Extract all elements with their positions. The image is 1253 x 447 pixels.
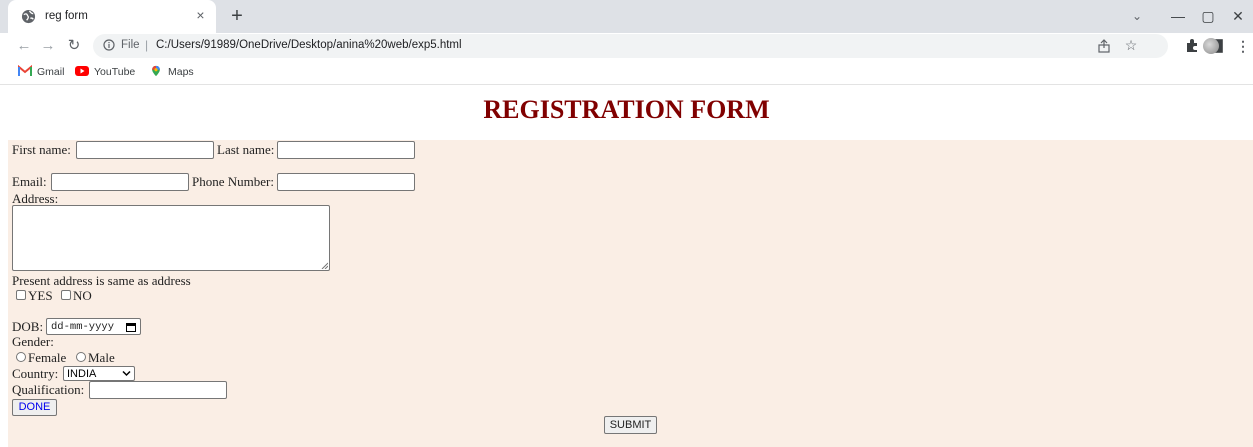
dob-placeholder: dd-mm-yyyy <box>51 321 115 333</box>
tab-search-icon[interactable]: ⌄ <box>1127 6 1147 26</box>
youtube-icon <box>75 66 89 76</box>
bookmark-label: Gmail <box>37 66 65 78</box>
first-name-input[interactable] <box>76 141 214 159</box>
dob-label: DOB: <box>12 319 44 334</box>
email-input[interactable] <box>51 173 189 191</box>
bookmark-label: Maps <box>168 66 194 78</box>
back-arrow-icon[interactable]: ← <box>14 36 34 56</box>
address-bar[interactable]: File | C:/Users/91989/OneDrive/Desktop/a… <box>93 34 1168 58</box>
country-selected: INDIA <box>67 368 97 380</box>
no-checkbox[interactable] <box>61 290 71 300</box>
phone-number-input[interactable] <box>277 173 415 191</box>
female-label: Female <box>28 350 67 365</box>
qualification-label: Qualification: <box>12 382 85 397</box>
minimize-button[interactable]: — <box>1168 6 1188 26</box>
calendar-icon[interactable] <box>126 322 136 332</box>
first-name-label: First name: <box>12 142 71 157</box>
dob-date-input[interactable]: dd-mm-yyyy <box>46 318 141 335</box>
last-name-label: Last name: <box>217 142 275 157</box>
menu-kebab-icon[interactable]: ⋮ <box>1236 37 1250 55</box>
share-icon[interactable] <box>1096 38 1112 54</box>
bookmarks-bar: Gmail YouTube Maps <box>0 59 1253 85</box>
yes-checkbox[interactable] <box>16 290 26 300</box>
url-separator: | <box>145 38 149 52</box>
profile-avatar[interactable] <box>1203 38 1219 54</box>
bookmark-star-icon[interactable]: ☆ <box>1123 37 1139 53</box>
country-select[interactable]: INDIA <box>63 366 135 381</box>
country-label: Country: <box>12 366 59 381</box>
tab-title: reg form <box>45 10 88 22</box>
gmail-icon <box>18 65 32 76</box>
bookmark-label: YouTube <box>94 66 136 78</box>
male-label: Male <box>88 350 115 365</box>
gender-label: Gender: <box>12 334 54 349</box>
tab-strip: reg form × + ⌄ — ▢ ✕ <box>0 0 1253 33</box>
done-button[interactable]: DONE <box>12 399 57 416</box>
phone-number-label: Phone Number: <box>192 174 274 189</box>
reload-icon[interactable]: ↻ <box>64 36 84 56</box>
info-icon[interactable] <box>103 39 115 51</box>
address-textarea[interactable] <box>12 205 330 271</box>
extensions-puzzle-icon[interactable] <box>1183 37 1201 55</box>
chevron-down-icon <box>122 370 131 377</box>
tab-close-icon[interactable]: × <box>192 7 209 24</box>
yes-label: YES <box>28 288 53 303</box>
browser-toolbar: ← → ↻ File | C:/Users/91989/OneDrive/Des… <box>0 33 1253 59</box>
submit-button[interactable]: SUBMIT <box>604 416 657 434</box>
email-label: Email: <box>12 174 47 189</box>
female-radio[interactable] <box>16 352 26 362</box>
no-label: NO <box>73 288 92 303</box>
page-title: REGISTRATION FORM <box>483 95 770 124</box>
forward-arrow-icon[interactable]: → <box>38 36 58 56</box>
maximize-button[interactable]: ▢ <box>1198 6 1218 26</box>
browser-tab[interactable]: reg form × <box>8 0 216 33</box>
qualification-input[interactable] <box>89 381 227 399</box>
last-name-input[interactable] <box>277 141 415 159</box>
close-window-button[interactable]: ✕ <box>1228 6 1248 26</box>
registration-form: First name: Last name: Email: Phone Numb… <box>8 140 1253 447</box>
done-button-label: DONE <box>18 401 51 413</box>
maps-icon <box>152 65 160 77</box>
url-scheme: File <box>121 39 140 51</box>
resize-grip-icon[interactable] <box>321 262 328 269</box>
present-address-label: Present address is same as address <box>12 273 191 288</box>
globe-icon <box>21 9 36 24</box>
male-radio[interactable] <box>76 352 86 362</box>
url-text[interactable]: C:/Users/91989/OneDrive/Desktop/anina%20… <box>156 39 462 51</box>
new-tab-button[interactable]: + <box>226 5 248 27</box>
